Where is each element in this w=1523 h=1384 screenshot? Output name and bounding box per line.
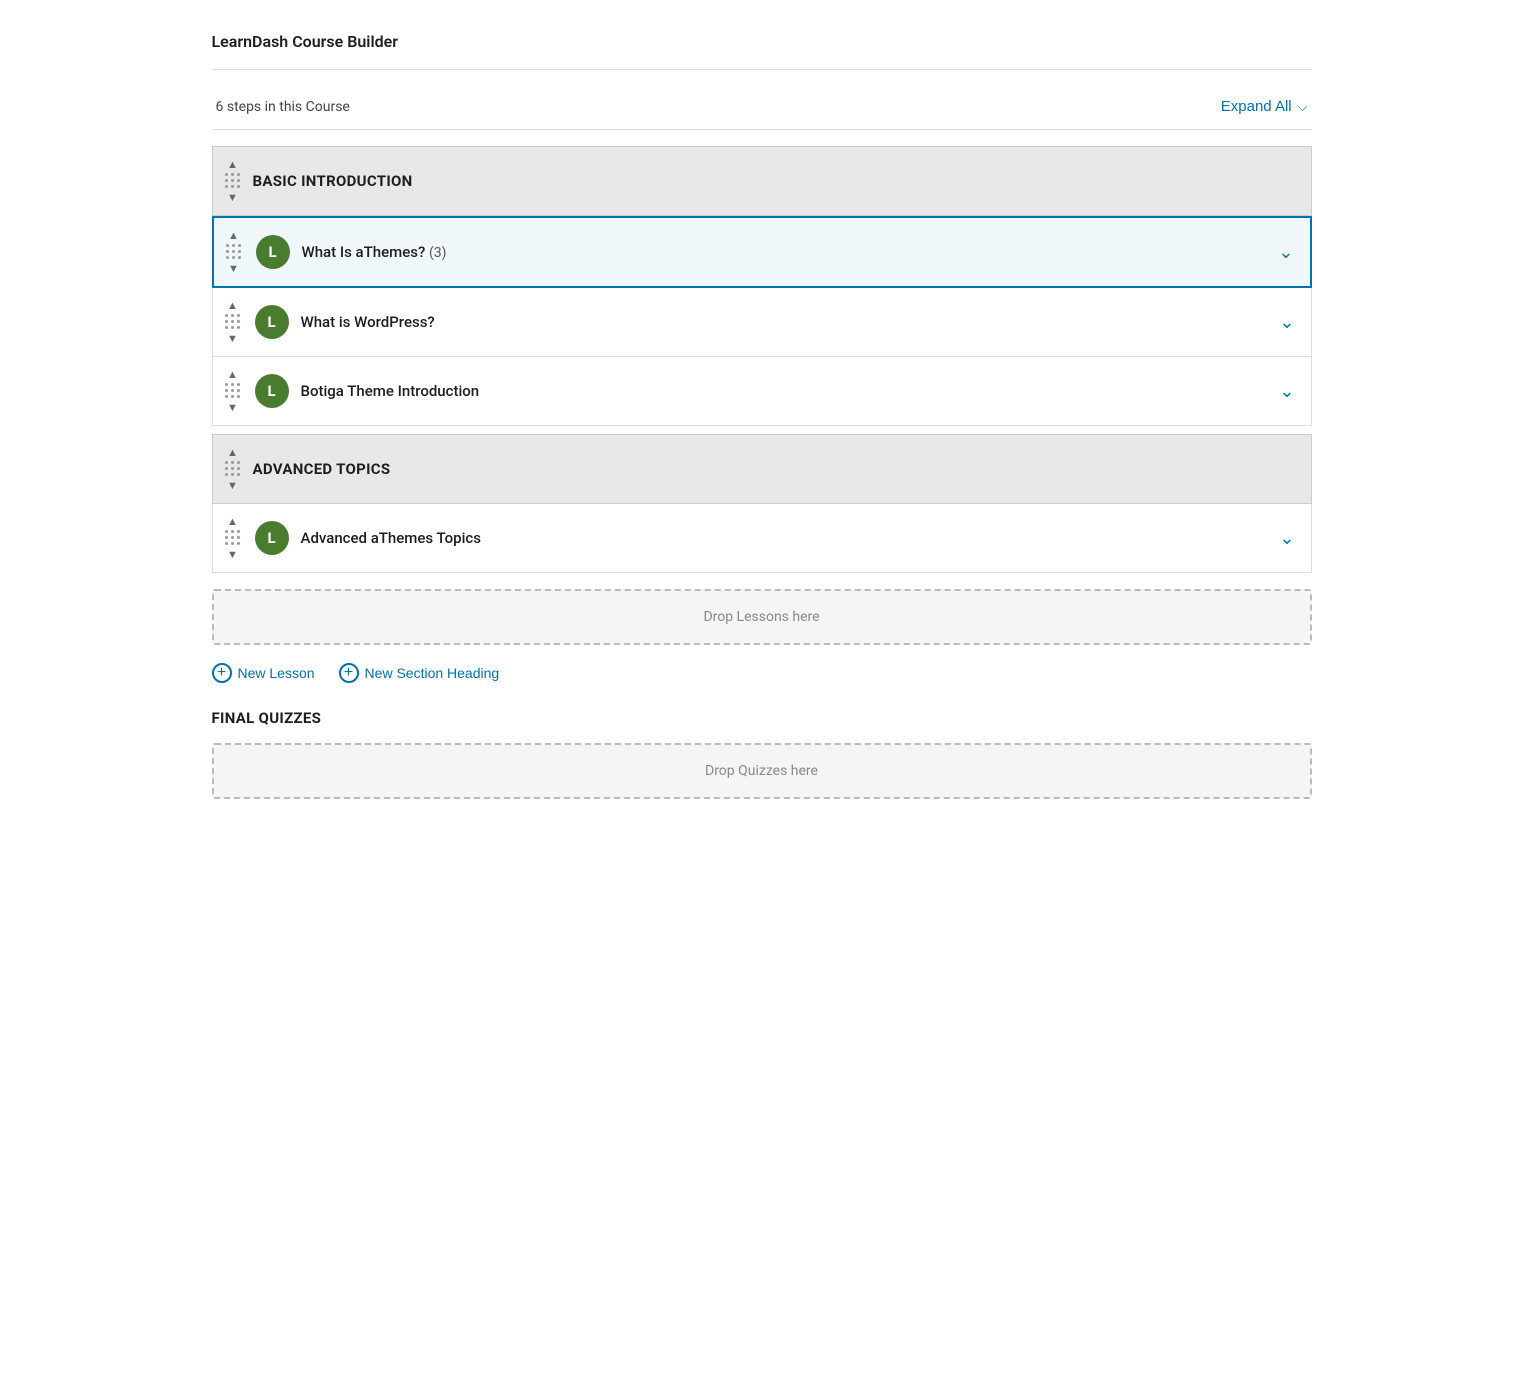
- up-arrow-icon[interactable]: ▲: [227, 159, 238, 170]
- drop-lessons-zone: Drop Lessons here: [212, 589, 1312, 645]
- lesson-row-what-is-athemes: ▲ ▼ L What Is aThemes? (3) ⌄: [212, 216, 1312, 288]
- section-heading-advanced-topics: ▲ ▼ ADVANCED TOPICS: [212, 434, 1312, 504]
- chevron-down-icon: ⌵: [1298, 99, 1308, 115]
- drag-dots-icon[interactable]: [225, 314, 241, 330]
- up-arrow-icon[interactable]: ▲: [227, 447, 238, 458]
- up-arrow-icon[interactable]: ▲: [227, 369, 238, 380]
- lesson-type-icon: L: [256, 235, 290, 269]
- drag-area[interactable]: ▲ ▼: [225, 447, 241, 491]
- down-arrow-icon[interactable]: ▼: [227, 480, 238, 491]
- plus-icon: +: [339, 663, 359, 683]
- up-arrow-icon[interactable]: ▲: [228, 230, 239, 241]
- lesson-expand-button[interactable]: ⌄: [1279, 381, 1294, 402]
- new-section-heading-button[interactable]: + New Section Heading: [339, 663, 500, 683]
- plus-icon: +: [212, 663, 232, 683]
- section-title: ADVANCED TOPICS: [253, 460, 391, 478]
- drag-dots-icon[interactable]: [225, 530, 241, 546]
- sections-list: ▲ ▼ BASIC INTRODUCTION ▲ ▼: [212, 146, 1312, 573]
- lesson-title: What Is aThemes? (3): [302, 243, 1279, 261]
- lesson-count: (3): [429, 245, 447, 261]
- lesson-row-advanced-athemes: ▲ ▼ L Advanced aThemes Topics ⌄: [212, 504, 1312, 573]
- expand-all-label: Expand All: [1221, 98, 1292, 115]
- lesson-row-botiga-intro: ▲ ▼ L Botiga Theme Introduction ⌄: [212, 357, 1312, 426]
- drag-dots-icon[interactable]: [225, 173, 241, 189]
- lesson-title: Botiga Theme Introduction: [301, 382, 1280, 400]
- down-arrow-icon[interactable]: ▼: [227, 549, 238, 560]
- lesson-title: Advanced aThemes Topics: [301, 529, 1280, 547]
- expand-all-button[interactable]: Expand All ⌵: [1221, 98, 1308, 115]
- new-lesson-button[interactable]: + New Lesson: [212, 663, 315, 683]
- lesson-expand-button[interactable]: ⌄: [1279, 528, 1294, 549]
- lesson-type-icon: L: [255, 521, 289, 555]
- lesson-type-icon: L: [255, 374, 289, 408]
- course-header: 6 steps in this Course Expand All ⌵: [212, 90, 1312, 130]
- drag-area[interactable]: ▲ ▼: [225, 300, 241, 344]
- up-arrow-icon[interactable]: ▲: [227, 300, 238, 311]
- final-quizzes-heading: FINAL QUIZZES: [212, 709, 1312, 727]
- section-heading-basic-intro: ▲ ▼ BASIC INTRODUCTION: [212, 146, 1312, 216]
- add-buttons-row: + New Lesson + New Section Heading: [212, 653, 1312, 701]
- lesson-type-icon: L: [255, 305, 289, 339]
- new-section-label: New Section Heading: [365, 665, 500, 681]
- drag-area[interactable]: ▲ ▼: [225, 369, 241, 413]
- lesson-row-what-is-wordpress: ▲ ▼ L What is WordPress? ⌄: [212, 288, 1312, 357]
- drag-area[interactable]: ▲ ▼: [225, 159, 241, 203]
- down-arrow-icon[interactable]: ▼: [228, 263, 239, 274]
- steps-count: 6 steps in this Course: [216, 99, 350, 115]
- app-title: LearnDash Course Builder: [212, 20, 1312, 70]
- down-arrow-icon[interactable]: ▼: [227, 192, 238, 203]
- drop-quizzes-zone: Drop Quizzes here: [212, 743, 1312, 799]
- drag-dots-icon[interactable]: [225, 461, 241, 477]
- section-title: BASIC INTRODUCTION: [253, 172, 413, 190]
- lesson-expand-button[interactable]: ⌄: [1278, 242, 1293, 263]
- drag-area[interactable]: ▲ ▼: [226, 230, 242, 274]
- drag-area[interactable]: ▲ ▼: [225, 516, 241, 560]
- lesson-title: What is WordPress?: [301, 313, 1280, 331]
- up-arrow-icon[interactable]: ▲: [227, 516, 238, 527]
- down-arrow-icon[interactable]: ▼: [227, 402, 238, 413]
- down-arrow-icon[interactable]: ▼: [227, 333, 238, 344]
- lesson-expand-button[interactable]: ⌄: [1279, 312, 1294, 333]
- new-lesson-label: New Lesson: [238, 665, 315, 681]
- drag-dots-icon[interactable]: [225, 383, 241, 399]
- drag-dots-icon[interactable]: [226, 244, 242, 260]
